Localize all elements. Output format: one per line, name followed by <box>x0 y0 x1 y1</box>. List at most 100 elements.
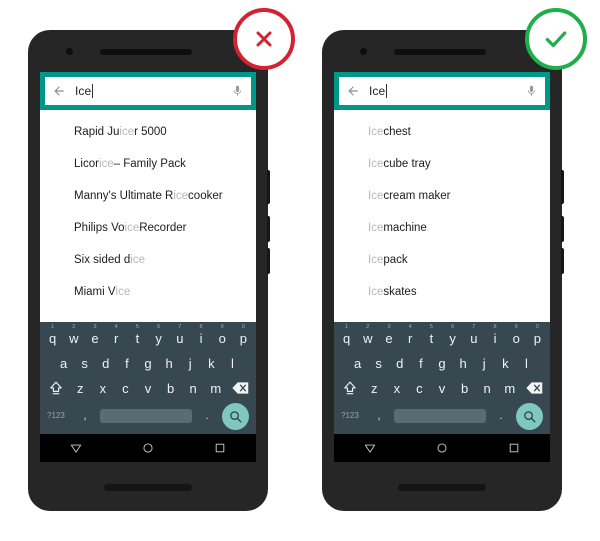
key-b[interactable]: b <box>453 382 476 395</box>
key-x[interactable]: x <box>92 382 115 395</box>
home-circle-icon[interactable] <box>435 441 449 455</box>
key-j[interactable]: j <box>180 357 201 370</box>
list-item[interactable]: Miami Vice <box>40 276 256 308</box>
search-field-right[interactable]: Ice <box>339 77 545 105</box>
key-t[interactable]: 5t <box>127 324 148 345</box>
back-arrow-icon[interactable] <box>52 84 66 98</box>
back-triangle-icon[interactable] <box>363 441 377 455</box>
key-a[interactable]: a <box>53 357 74 370</box>
recents-square-icon[interactable] <box>213 441 227 455</box>
microphone-icon[interactable] <box>231 83 244 99</box>
list-item[interactable]: Philips Vo ice Recorder <box>40 212 256 244</box>
key-n[interactable]: n <box>476 382 499 395</box>
key-m[interactable]: m <box>498 382 521 395</box>
key-c[interactable]: c <box>408 382 431 395</box>
key-l[interactable]: l <box>222 357 243 370</box>
list-item[interactable]: Rapid Ju ice r 5000 <box>40 116 256 148</box>
key-b[interactable]: b <box>159 382 182 395</box>
key-r[interactable]: 4r <box>106 324 127 345</box>
key-label: f <box>125 356 129 371</box>
key-k[interactable]: k <box>201 357 222 370</box>
key-h[interactable]: h <box>453 357 474 370</box>
suggestion-match: ice <box>130 254 145 266</box>
key-u[interactable]: 7u <box>463 324 484 345</box>
comma-key[interactable]: , <box>368 410 390 422</box>
search-key[interactable] <box>512 402 546 430</box>
key-j[interactable]: j <box>474 357 495 370</box>
key-m[interactable]: m <box>204 382 227 395</box>
list-item[interactable]: Manny's Ultimate Rice cooker <box>40 180 256 212</box>
period-key[interactable]: . <box>196 410 218 422</box>
search-key[interactable] <box>218 402 252 430</box>
home-circle-icon[interactable] <box>141 441 155 455</box>
key-k[interactable]: k <box>495 357 516 370</box>
shift-key[interactable] <box>337 381 363 397</box>
volume-down-button[interactable] <box>561 248 564 274</box>
volume-up-button[interactable] <box>561 216 564 242</box>
period-key[interactable]: . <box>490 410 512 422</box>
key-i[interactable]: 8i <box>484 324 505 345</box>
power-button[interactable] <box>561 170 564 204</box>
key-label: n <box>189 381 197 396</box>
list-item[interactable]: Ice machine <box>334 212 550 244</box>
list-item[interactable]: Licor ice – Family Pack <box>40 148 256 180</box>
key-e[interactable]: 3e <box>378 324 399 345</box>
backspace-key[interactable] <box>227 381 253 396</box>
key-d[interactable]: d <box>95 357 116 370</box>
microphone-icon[interactable] <box>525 83 538 99</box>
search-field-left[interactable]: Ice <box>45 77 251 105</box>
key-g[interactable]: g <box>137 357 158 370</box>
back-triangle-icon[interactable] <box>69 441 83 455</box>
key-y[interactable]: 6y <box>148 324 169 345</box>
list-item[interactable]: Ice chest <box>334 116 550 148</box>
key-w[interactable]: 2w <box>357 324 378 345</box>
key-f[interactable]: f <box>410 357 431 370</box>
key-q[interactable]: 1q <box>42 324 63 345</box>
key-r[interactable]: 4r <box>400 324 421 345</box>
key-z[interactable]: z <box>363 382 386 395</box>
key-p[interactable]: 0p <box>527 324 548 345</box>
symbols-key[interactable]: ?123 <box>338 412 368 420</box>
volume-up-button[interactable] <box>267 216 270 242</box>
key-w[interactable]: 2w <box>63 324 84 345</box>
key-g[interactable]: g <box>431 357 452 370</box>
key-x[interactable]: x <box>386 382 409 395</box>
key-y[interactable]: 6y <box>442 324 463 345</box>
list-item[interactable]: Ice cream maker <box>334 180 550 212</box>
key-t[interactable]: 5t <box>421 324 442 345</box>
key-v[interactable]: v <box>137 382 160 395</box>
list-item[interactable]: Ice pack <box>334 244 550 276</box>
key-s[interactable]: s <box>74 357 95 370</box>
comma-key[interactable]: , <box>74 410 96 422</box>
key-i[interactable]: 8i <box>190 324 211 345</box>
list-item[interactable]: Six sided d ice <box>40 244 256 276</box>
backspace-key[interactable] <box>521 381 547 396</box>
list-item[interactable]: Ice cube tray <box>334 148 550 180</box>
back-arrow-icon[interactable] <box>346 84 360 98</box>
key-a[interactable]: a <box>347 357 368 370</box>
key-o[interactable]: 9o <box>506 324 527 345</box>
key-h[interactable]: h <box>159 357 180 370</box>
key-l[interactable]: l <box>516 357 537 370</box>
key-v[interactable]: v <box>431 382 454 395</box>
key-n[interactable]: n <box>182 382 205 395</box>
space-bar-key[interactable] <box>394 409 486 423</box>
key-s[interactable]: s <box>368 357 389 370</box>
key-number: 4 <box>408 323 412 330</box>
key-o[interactable]: 9o <box>212 324 233 345</box>
key-u[interactable]: 7u <box>169 324 190 345</box>
volume-down-button[interactable] <box>267 248 270 274</box>
key-f[interactable]: f <box>116 357 137 370</box>
key-c[interactable]: c <box>114 382 137 395</box>
shift-key[interactable] <box>43 381 69 397</box>
key-d[interactable]: d <box>389 357 410 370</box>
list-item[interactable]: Ice skates <box>334 276 550 308</box>
recents-square-icon[interactable] <box>507 441 521 455</box>
power-button[interactable] <box>267 170 270 204</box>
space-bar-key[interactable] <box>100 409 192 423</box>
key-z[interactable]: z <box>69 382 92 395</box>
key-e[interactable]: 3e <box>84 324 105 345</box>
key-p[interactable]: 0p <box>233 324 254 345</box>
key-q[interactable]: 1q <box>336 324 357 345</box>
symbols-key[interactable]: ?123 <box>44 412 74 420</box>
